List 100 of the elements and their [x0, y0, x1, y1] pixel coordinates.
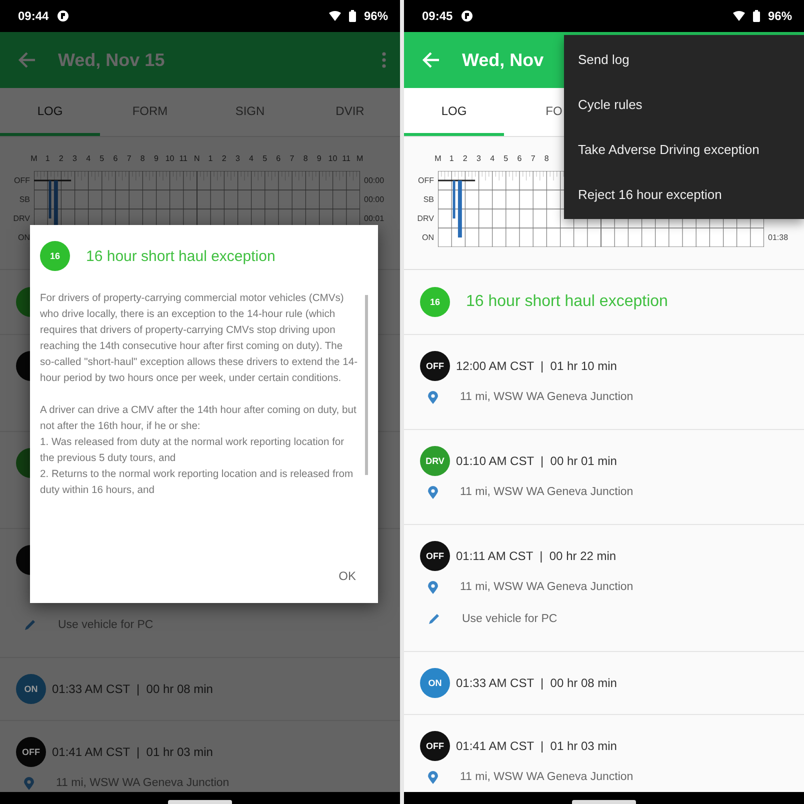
menu-item[interactable]: Send log	[564, 37, 804, 82]
dialog-paragraph: 2. Returns to the normal work reporting location and is released from duty within 16 hours, and	[40, 468, 354, 498]
hour-label: M	[434, 153, 442, 165]
entry-time: 01:33 AM CST | 00 hr 08 min	[456, 676, 617, 690]
hour-label: 5	[262, 153, 268, 165]
menu-item[interactable]: Take Adverse Driving exception	[564, 127, 804, 172]
back-arrow-icon[interactable]	[18, 52, 36, 68]
duty-row-label: SB	[422, 194, 434, 206]
entry-location: 11 mi, WSW WA Geneva Junction	[460, 391, 634, 403]
dialog-paragraph: A driver can drive a CMV after the 14th hour after coming on duty, but not after the 16th hour, if he or she:	[40, 404, 358, 434]
notification-icon	[56, 10, 69, 22]
duty-row-label: DRV	[416, 213, 434, 225]
duty-total: 00:00	[364, 194, 386, 206]
hour-label: N	[193, 153, 201, 165]
entry-note: Use vehicle for PC	[58, 619, 154, 631]
hour-label: 1	[207, 153, 214, 165]
notification-icon	[460, 10, 473, 22]
status-badge: 16	[420, 287, 450, 317]
entry-time: 01:10 AM CST | 00 hr 01 min	[456, 454, 617, 468]
duty-status-line	[438, 179, 476, 239]
entry-location: 11 mi, WSW WA Geneva Junction	[460, 581, 634, 593]
entry-location: 11 mi, WSW WA Geneva Junction	[460, 486, 634, 498]
hour-label: 10	[327, 153, 338, 165]
location-pin-icon	[24, 776, 34, 790]
hour-label: 7	[530, 153, 536, 165]
app-bar-title: Wed, Nov 15	[58, 50, 165, 70]
hour-label: 7	[126, 153, 132, 165]
pencil-icon	[24, 619, 36, 631]
hour-label: M	[30, 153, 38, 165]
duty-total: 01:38	[768, 232, 790, 244]
entry-note: Use vehicle for PC	[462, 613, 558, 625]
duty-total: 00:01	[364, 213, 386, 225]
hour-label: 4	[489, 153, 496, 165]
duty-row-label: DRV	[12, 213, 30, 225]
hour-label: 11	[178, 153, 188, 165]
back-arrow-icon[interactable]	[422, 52, 440, 68]
hour-label: 11	[341, 153, 352, 165]
dialog-paragraph: For drivers of property-carrying commercial motor vehicles (CMVs) who drive locally, there is an exception to the 14-hour rule (which requires that drivers of property-carrying CMVs stop driving upon reaching the 14th consecutive hour after first coming on duty). The so-called "short-haul" exception allows these drivers to extend the 14-hour period by two hours once per week, under certain conditions.	[40, 292, 359, 386]
hour-label: 6	[112, 153, 119, 165]
exception-title: 16 hour short haul exception	[466, 293, 668, 311]
hour-label: 3	[72, 153, 78, 165]
hour-label: 5	[502, 153, 510, 165]
status-badge: ON	[16, 674, 46, 704]
hour-label: 6	[275, 153, 282, 165]
status-badge: OFF	[420, 541, 450, 571]
hour-label: 2	[220, 153, 228, 165]
app-bar-title: Wed, Nov	[462, 50, 544, 70]
location-pin-icon	[428, 390, 438, 404]
duty-row-label: SB	[18, 194, 30, 206]
hour-label: 4	[85, 153, 92, 165]
location-pin-icon	[428, 580, 438, 594]
dialog-title: 16 hour short haul exception	[86, 248, 276, 264]
entry-time: 01:33 AM CST | 00 hr 08 min	[52, 682, 213, 696]
hour-label: 1	[448, 153, 455, 165]
hour-label: 2	[462, 153, 468, 165]
status-time: 09:45	[422, 9, 453, 23]
hour-label: 3	[234, 153, 241, 165]
hour-label: M	[356, 153, 364, 165]
status-time: 09:44	[18, 9, 49, 23]
hour-label: 9	[152, 153, 160, 165]
battery-icon	[752, 10, 760, 22]
duty-row-label: ON	[17, 232, 30, 244]
entry-time: 12:00 AM CST | 01 hr 10 min	[456, 359, 617, 373]
location-pin-icon	[428, 770, 438, 784]
status-badge: OFF	[16, 737, 46, 767]
hour-label: 9	[316, 153, 322, 165]
more-options-icon[interactable]	[382, 52, 386, 68]
battery-percent: 96%	[768, 9, 792, 23]
entry-time: 01:11 AM CST | 00 hr 22 min	[456, 549, 616, 563]
hour-label: 5	[98, 153, 106, 165]
location-pin-icon	[428, 486, 438, 498]
ok-button[interactable]: OK	[326, 561, 368, 591]
battery-icon	[348, 10, 356, 22]
status-badge: DRV	[420, 446, 450, 476]
hour-label: 8	[543, 153, 550, 165]
pencil-icon	[428, 613, 440, 625]
hour-label: 8	[302, 153, 309, 165]
hour-label: 10	[164, 153, 176, 165]
entry-location: 11 mi, WSW WA Geneva Junction	[56, 777, 230, 789]
duty-total: 00:00	[364, 175, 386, 187]
hour-label: 2	[58, 153, 64, 165]
gesture-bar[interactable]	[572, 800, 636, 804]
hour-label: 3	[476, 153, 482, 165]
status-badge: OFF	[420, 351, 450, 381]
battery-percent: 96%	[364, 9, 388, 23]
wifi-icon	[732, 11, 745, 21]
hour-label: 4	[248, 153, 254, 165]
dialog-paragraph: 1. Was released from duty at the normal work reporting location for the previous 5 duty tours, and	[40, 436, 346, 466]
duty-row-label: ON	[421, 232, 434, 244]
gesture-bar[interactable]	[168, 800, 232, 804]
hour-label: 6	[516, 153, 523, 165]
hour-label: 7	[288, 153, 296, 165]
status-badge: OFF	[420, 731, 450, 761]
status-badge: 16	[40, 241, 70, 271]
duty-row-label: OFF	[13, 175, 30, 187]
menu-item[interactable]: Cycle rules	[564, 82, 804, 127]
duty-row-label: OFF	[417, 175, 434, 187]
entry-time: 01:41 AM CST | 01 hr 03 min	[456, 739, 617, 753]
menu-item[interactable]: Reject 16 hour exception	[564, 172, 804, 217]
entry-location: 11 mi, WSW WA Geneva Junction	[460, 771, 634, 783]
